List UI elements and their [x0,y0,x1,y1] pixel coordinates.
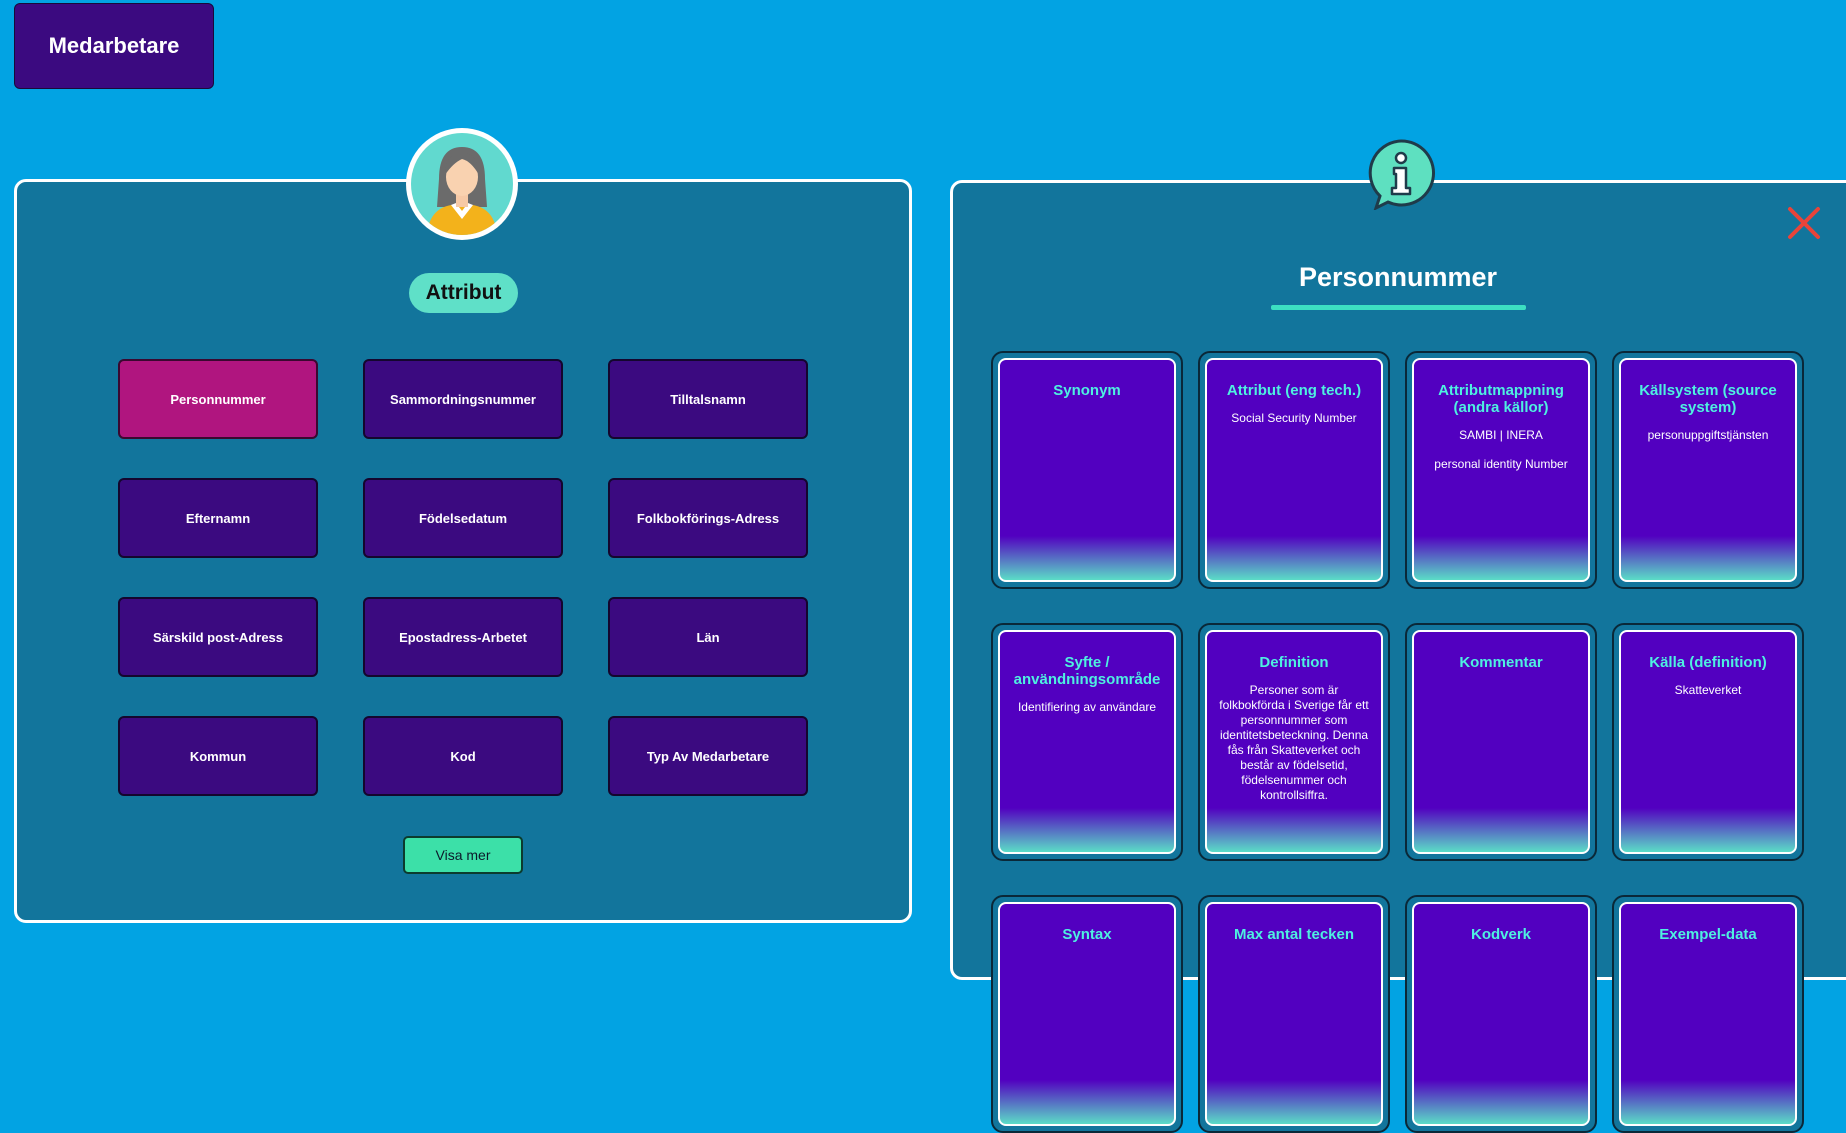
card-title: Max antal tecken [1233,926,1355,943]
card-title: Kodverk [1470,926,1532,943]
card-value: Skatteverket [1674,683,1742,697]
close-icon[interactable] [1786,205,1822,241]
card-value: SAMBI | INERA [1459,428,1543,442]
card-value: Personer som är folkbokförda i Sverige f… [1219,683,1369,802]
info-card-kommentar: Kommentar [1405,623,1597,861]
card-title: Synonym [1053,382,1121,399]
card-title: Definition [1259,654,1329,671]
attribute-button-kommun[interactable]: Kommun [118,716,318,796]
attribut-heading: Attribut [409,273,518,313]
info-card-synonym: Synonym [991,351,1183,589]
detail-title: Personnummer [1298,262,1498,292]
attribute-button-sammordningsnummer[interactable]: Sammordningsnummer [363,359,563,439]
info-card-max-antal-tecken: Max antal tecken [1198,895,1390,1133]
info-card-syfte: Syfte / användningsområde Identifiering … [991,623,1183,861]
card-title: Exempel-data [1659,926,1757,943]
info-card-attribut-eng: Attribut (eng tech.) Social Security Num… [1198,351,1390,589]
attribute-button-fodelsedatum[interactable]: Födelsedatum [363,478,563,558]
show-more-button[interactable]: Visa mer [403,836,523,874]
attribute-button-personnummer[interactable]: Personnummer [118,359,318,439]
card-title: Attribut (eng tech.) [1226,382,1362,399]
info-speech-bubble-icon [1366,138,1436,211]
card-title: Attributmappning (andra källor) [1438,382,1564,416]
info-card-attributmappning: Attributmappning (andra källor) SAMBI | … [1405,351,1597,589]
card-value: Identifiering av användare [1017,700,1157,714]
info-card-syntax: Syntax [991,895,1183,1133]
card-value: Social Security Number [1231,411,1357,425]
info-card-definition: Definition Personer som är folkbokförda … [1198,623,1390,861]
card-title: Källa (definition) [1649,654,1767,671]
card-title: Syntax [1062,926,1112,943]
attribute-button-efternamn[interactable]: Efternamn [118,478,318,558]
medarbetare-title-button[interactable]: Medarbetare [14,3,214,89]
info-card-kalla-definition: Källa (definition) Skatteverket [1612,623,1804,861]
attribute-button-sarskild-post-adress[interactable]: Särskild post-Adress [118,597,318,677]
woman-avatar-icon [406,128,518,240]
info-card-kallsystem: Källsystem (source system) personuppgift… [1612,351,1804,589]
card-title: Kommentar [1459,654,1543,671]
card-value: personuppgiftstjänsten [1647,428,1769,442]
card-value: personal identity Number [1434,457,1568,471]
attribute-button-tilltalsnamn[interactable]: Tilltalsnamn [608,359,808,439]
info-card-kodverk: Kodverk [1405,895,1597,1133]
card-title: Källsystem (source system) [1639,382,1777,416]
attribute-button-typ-av-medarbetare[interactable]: Typ Av Medarbetare [608,716,808,796]
card-title: Syfte / användningsområde [1013,654,1161,688]
attribute-button-folkbokforings-adress[interactable]: Folkbokförings-Adress [608,478,808,558]
attribute-button-kod[interactable]: Kod [363,716,563,796]
attribute-button-lan[interactable]: Län [608,597,808,677]
title-underline [1271,305,1526,310]
attribute-button-epostadress-arbetet[interactable]: Epostadress-Arbetet [363,597,563,677]
info-card-exempel-data: Exempel-data [1612,895,1804,1133]
